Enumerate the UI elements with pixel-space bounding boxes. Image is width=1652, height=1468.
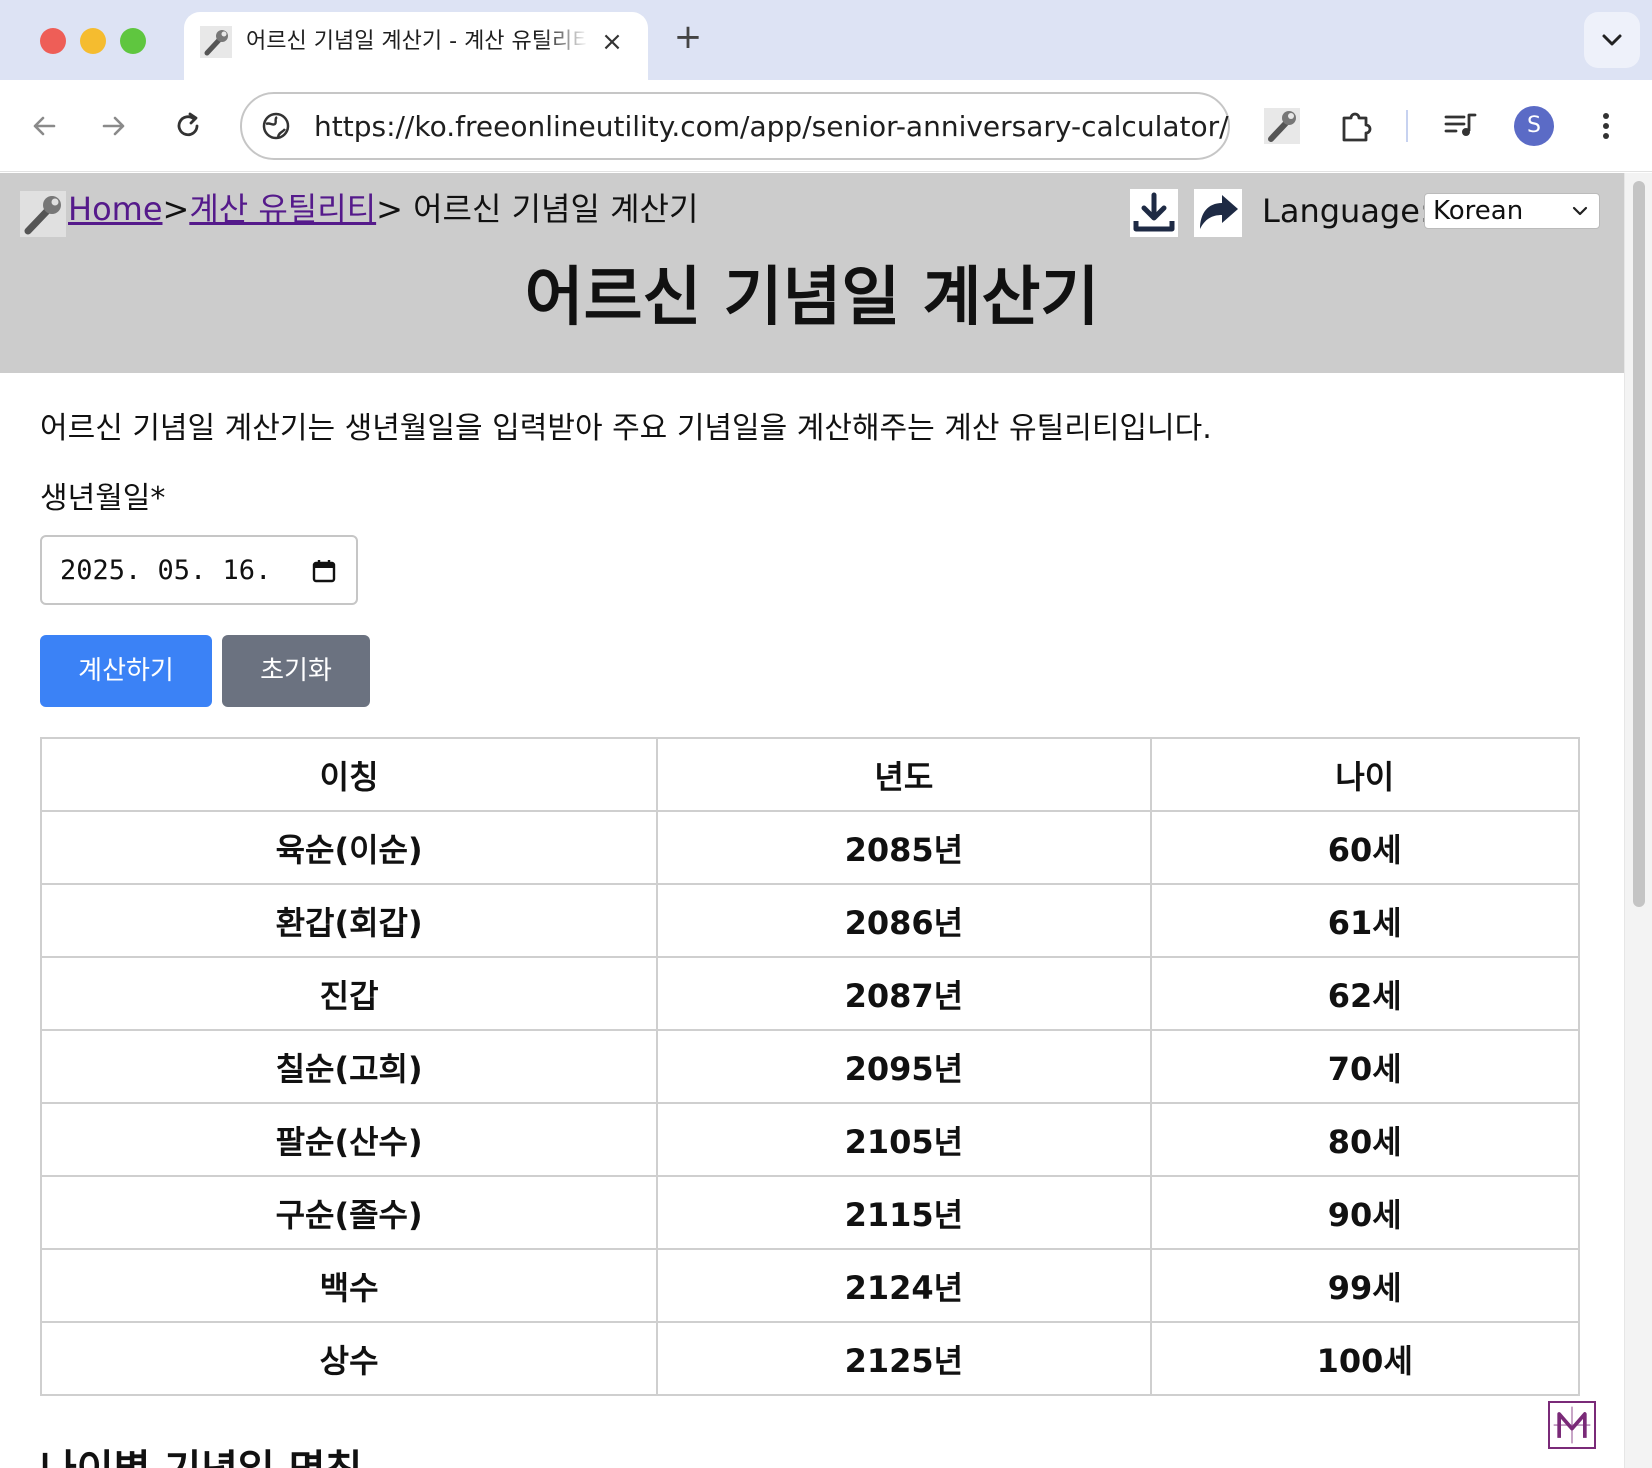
- cell-age: 90세: [1149, 1175, 1581, 1250]
- cell-age: 61세: [1149, 883, 1581, 958]
- breadcrumb-current: > 어르신 기념일 계산기: [376, 190, 699, 228]
- kebab-menu-icon[interactable]: [1586, 106, 1626, 146]
- browser-toolbar: https://ko.freeonlineutility.com/app/sen…: [0, 80, 1652, 172]
- reload-icon[interactable]: [170, 108, 206, 144]
- download-icon[interactable]: [1130, 189, 1178, 237]
- birthdate-value: 2025. 05. 16.: [60, 555, 272, 586]
- table-header-row: 이칭 년도 나이: [39, 737, 1581, 812]
- site-info-icon[interactable]: [260, 110, 292, 142]
- cell-name: 백수: [39, 1248, 659, 1323]
- language-select[interactable]: Korean: [1424, 193, 1600, 229]
- table-row: 진갑 2087년 62세: [39, 956, 1581, 1031]
- cell-year: 2087년: [656, 956, 1152, 1031]
- birthdate-label: 생년월일*: [40, 481, 166, 516]
- breadcrumb-separator: >: [162, 190, 190, 228]
- cell-age: 62세: [1149, 956, 1581, 1031]
- calendar-icon[interactable]: [310, 557, 338, 585]
- results-table: 이칭 년도 나이 육순(이순) 2085년 60세 환갑(회갑) 2086년 6…: [39, 737, 1581, 1396]
- cell-year: 2095년: [656, 1029, 1152, 1104]
- cell-age: 60세: [1149, 810, 1581, 885]
- page-scrollbar[interactable]: [1624, 173, 1652, 1468]
- cell-name: 구순(졸수): [39, 1175, 659, 1250]
- wrench-logo-icon[interactable]: [20, 191, 66, 237]
- table-row: 팔순(산수) 2105년 80세: [39, 1102, 1581, 1177]
- window-zoom-button[interactable]: [120, 28, 146, 54]
- browser-tab-active[interactable]: 어르신 기념일 계산기 - 계산 유틸리티 ×: [184, 12, 648, 80]
- cell-name: 팔순(산수): [39, 1102, 659, 1177]
- cell-name: 상수: [39, 1321, 659, 1396]
- back-arrow-icon[interactable]: [26, 108, 62, 144]
- column-header-name: 이칭: [39, 737, 659, 812]
- toolbar-separator: [1406, 110, 1408, 142]
- cell-year: 2086년: [656, 883, 1152, 958]
- table-row: 육순(이순) 2085년 60세: [39, 810, 1581, 885]
- calculate-button[interactable]: 계산하기: [40, 635, 212, 707]
- browser-tab-bar: 어르신 기념일 계산기 - 계산 유틸리티 × +: [0, 0, 1652, 80]
- table-row: 칠순(고희) 2095년 70세: [39, 1029, 1581, 1104]
- cell-name: 진갑: [39, 956, 659, 1031]
- cell-name: 칠순(고희): [39, 1029, 659, 1104]
- reset-button[interactable]: 초기화: [222, 635, 370, 707]
- table-row: 환갑(회갑) 2086년 61세: [39, 883, 1581, 958]
- cell-year: 2105년: [656, 1102, 1152, 1177]
- section-heading: 나이별 기념일 명칭: [40, 1445, 362, 1468]
- tab-search-button[interactable]: [1584, 12, 1640, 68]
- wrench-extension-icon[interactable]: [1262, 106, 1302, 146]
- page-viewport: Home>계산 유틸리티> 어르신 기념일 계산기 Language: Kore…: [0, 173, 1624, 1468]
- cell-year: 2124년: [656, 1248, 1152, 1323]
- tab-close-icon[interactable]: ×: [596, 26, 628, 58]
- chevron-down-icon: [1602, 34, 1622, 46]
- new-tab-button[interactable]: +: [670, 20, 706, 56]
- cell-age: 99세: [1149, 1248, 1581, 1323]
- cell-age: 70세: [1149, 1029, 1581, 1104]
- forward-arrow-icon[interactable]: [96, 108, 132, 144]
- profile-avatar[interactable]: S: [1514, 106, 1554, 146]
- share-arrow-icon[interactable]: [1194, 189, 1242, 237]
- cell-age: 80세: [1149, 1102, 1581, 1177]
- column-header-year: 년도: [656, 737, 1152, 812]
- cell-year: 2085년: [656, 810, 1152, 885]
- intro-text: 어르신 기념일 계산기는 생년월일을 입력받아 주요 기념일을 계산해주는 계산…: [40, 411, 1212, 446]
- scrollbar-thumb[interactable]: [1633, 181, 1645, 907]
- media-queue-icon[interactable]: [1440, 106, 1480, 146]
- birthdate-input[interactable]: 2025. 05. 16.: [40, 535, 358, 605]
- address-bar[interactable]: https://ko.freeonlineutility.com/app/sen…: [240, 92, 1230, 160]
- cell-age: 100세: [1149, 1321, 1581, 1396]
- language-selected-value: Korean: [1433, 196, 1524, 226]
- url-text: https://ko.freeonlineutility.com/app/sen…: [314, 110, 1229, 143]
- cell-name: 환갑(회갑): [39, 883, 659, 958]
- breadcrumb: Home>계산 유틸리티> 어르신 기념일 계산기: [68, 189, 698, 229]
- cell-year: 2115년: [656, 1175, 1152, 1250]
- breadcrumb-category-link[interactable]: 계산 유틸리티: [189, 190, 376, 228]
- tab-title: 어르신 기념일 계산기 - 계산 유틸리티: [246, 29, 586, 54]
- cell-year: 2125년: [656, 1321, 1152, 1396]
- window-close-button[interactable]: [40, 28, 66, 54]
- table-row: 백수 2124년 99세: [39, 1248, 1581, 1323]
- extensions-puzzle-icon[interactable]: [1336, 106, 1376, 146]
- column-header-age: 나이: [1149, 737, 1581, 812]
- wrench-icon: [200, 26, 232, 58]
- m-logo-icon[interactable]: [1548, 1401, 1596, 1449]
- tab-title-fade: [544, 22, 588, 62]
- page-header: Home>계산 유틸리티> 어르신 기념일 계산기 Language: Kore…: [0, 173, 1624, 373]
- window-minimize-button[interactable]: [80, 28, 106, 54]
- chevron-down-icon: [1572, 206, 1588, 216]
- breadcrumb-home-link[interactable]: Home: [68, 190, 163, 228]
- table-row: 구순(졸수) 2115년 90세: [39, 1175, 1581, 1250]
- page-title: 어르신 기념일 계산기: [524, 261, 1100, 335]
- table-row: 상수 2125년 100세: [39, 1321, 1581, 1396]
- language-label: Language:: [1262, 192, 1431, 230]
- cell-name: 육순(이순): [39, 810, 659, 885]
